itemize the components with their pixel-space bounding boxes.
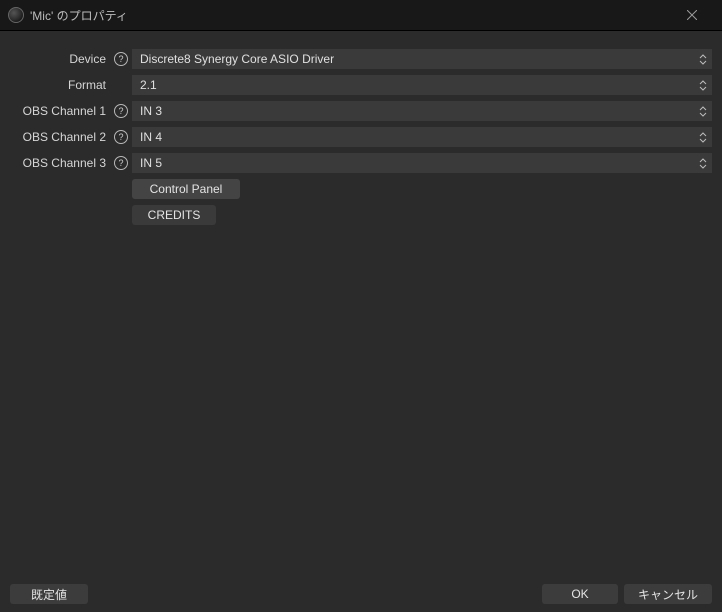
control-panel-button[interactable]: Control Panel [132,179,240,199]
window-title: 'Mic' のプロパティ [30,7,670,24]
help-icon[interactable]: ? [114,130,128,144]
format-select[interactable]: 2.1 [132,75,712,95]
label-obs-channel-1: OBS Channel 1 [10,104,110,118]
titlebar: 'Mic' のプロパティ [0,0,722,30]
obs-channel-2-select[interactable]: IN 4 [132,127,712,147]
help-icon[interactable]: ? [114,104,128,118]
device-select[interactable]: Discrete8 Synergy Core ASIO Driver [132,49,712,69]
credits-button[interactable]: CREDITS [132,205,216,225]
row-device: Device ? Discrete8 Synergy Core ASIO Dri… [10,49,712,69]
row-obs-channel-1: OBS Channel 1 ? IN 3 [10,101,712,121]
close-icon [687,10,697,20]
cancel-button[interactable]: キャンセル [624,584,712,604]
row-format: Format 2.1 [10,75,712,95]
obs-channel-2-select-value: IN 4 [140,130,162,144]
chevron-updown-icon [696,49,710,69]
chevron-updown-icon [696,153,710,173]
row-obs-channel-2: OBS Channel 2 ? IN 4 [10,127,712,147]
footer: 既定値 OK キャンセル [0,576,722,612]
content-area: Device ? Discrete8 Synergy Core ASIO Dri… [0,31,722,576]
defaults-button[interactable]: 既定値 [10,584,88,604]
close-button[interactable] [670,0,714,30]
format-select-value: 2.1 [140,78,157,92]
label-device: Device [10,52,110,66]
obs-channel-3-select[interactable]: IN 5 [132,153,712,173]
label-format: Format [10,78,110,92]
obs-channel-1-select[interactable]: IN 3 [132,101,712,121]
app-icon [8,7,24,23]
row-obs-channel-3: OBS Channel 3 ? IN 5 [10,153,712,173]
chevron-updown-icon [696,127,710,147]
obs-channel-1-select-value: IN 3 [140,104,162,118]
label-obs-channel-3: OBS Channel 3 [10,156,110,170]
label-obs-channel-2: OBS Channel 2 [10,130,110,144]
row-credits: CREDITS [10,205,712,225]
chevron-updown-icon [696,101,710,121]
ok-button[interactable]: OK [542,584,618,604]
help-icon[interactable]: ? [114,156,128,170]
chevron-updown-icon [696,75,710,95]
row-control-panel: Control Panel [10,179,712,199]
obs-channel-3-select-value: IN 5 [140,156,162,170]
help-icon[interactable]: ? [114,52,128,66]
device-select-value: Discrete8 Synergy Core ASIO Driver [140,52,334,66]
